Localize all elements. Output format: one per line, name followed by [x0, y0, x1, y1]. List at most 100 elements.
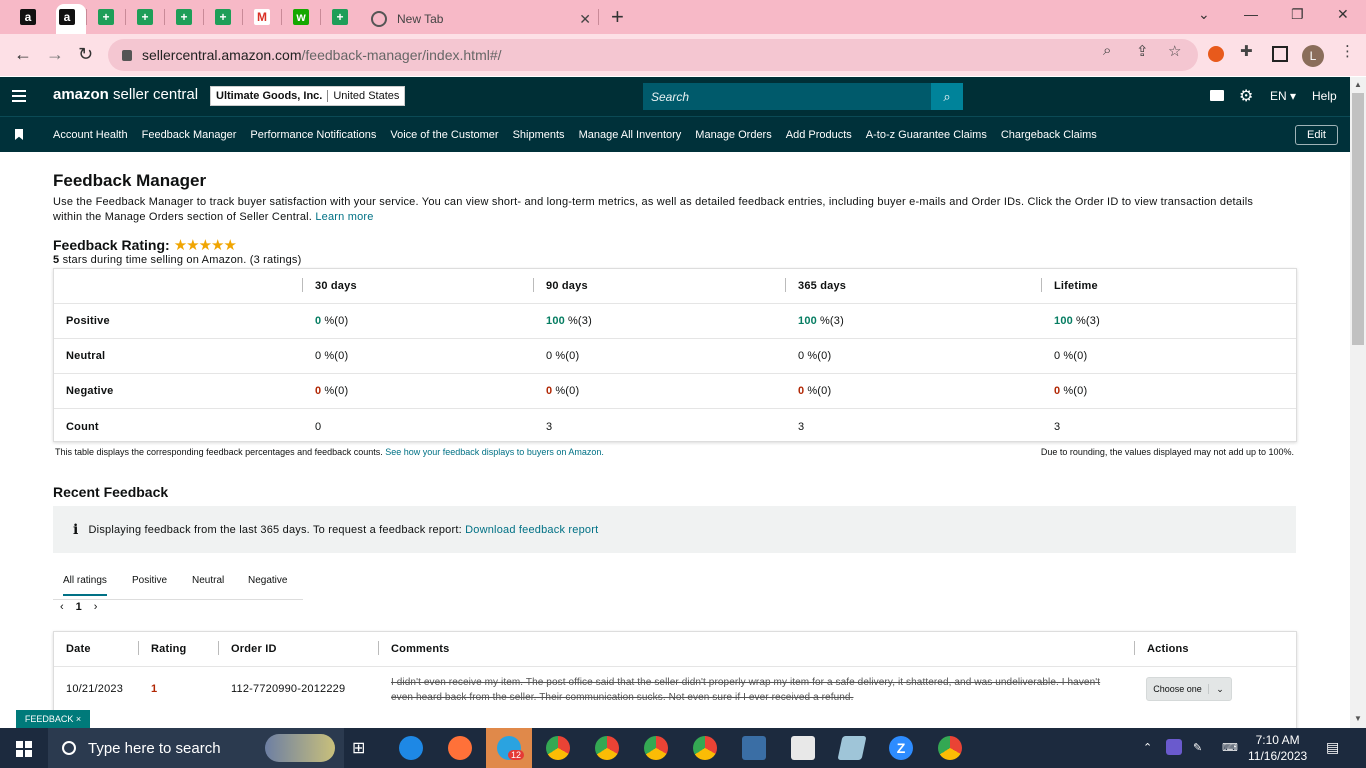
tab-negative[interactable]: Negative [248, 575, 287, 586]
learn-more-link[interactable]: Learn more [315, 211, 373, 223]
tab-sheets-2[interactable]: + [130, 5, 160, 29]
hamburger-menu-icon[interactable] [12, 90, 26, 102]
nav-item-shipments[interactable]: Shipments [513, 129, 565, 141]
notes-app-icon[interactable] [837, 736, 867, 760]
nav-item-manage-orders[interactable]: Manage Orders [695, 129, 771, 141]
close-window-button[interactable]: ✕ [1337, 6, 1349, 23]
prev-page-icon[interactable]: ‹ [60, 601, 64, 613]
nav-item-account-health[interactable]: Account Health [53, 129, 128, 141]
nav-item-chargeback-claims[interactable]: Chargeback Claims [1001, 129, 1097, 141]
metric-count: %(3) [819, 315, 844, 327]
notifications-icon[interactable]: ▤ [1326, 739, 1339, 756]
column-separator [378, 641, 379, 655]
chrome-icon[interactable] [644, 736, 668, 760]
help-link[interactable]: Help [1312, 89, 1337, 103]
tab-sheets-1[interactable]: + [91, 5, 121, 29]
close-tab-icon[interactable]: ✕ [579, 11, 591, 28]
clock-time: 7:10 AM [1255, 733, 1300, 747]
current-page[interactable]: 1 [76, 601, 82, 613]
scroll-down-icon[interactable]: ▼ [1354, 714, 1362, 723]
tab-gmail[interactable]: M [247, 5, 277, 29]
extension-fire-icon[interactable] [1208, 46, 1224, 62]
tab-amazon-1[interactable]: a [13, 5, 43, 29]
tab-upwork[interactable]: w [286, 5, 316, 29]
task-view-icon[interactable]: ⊞ [352, 738, 365, 758]
address-bar[interactable]: sellercentral.amazon.com/feedback-manage… [108, 39, 1198, 71]
next-page-icon[interactable]: › [94, 601, 98, 613]
extensions-puzzle-icon[interactable]: ✚ [1240, 42, 1253, 60]
nav-item-performance-notifications[interactable]: Performance Notifications [250, 129, 376, 141]
edit-nav-button[interactable]: Edit [1295, 125, 1338, 145]
language-selector[interactable]: EN ▾ [1270, 89, 1296, 103]
tab-separator [320, 9, 321, 25]
tab-amazon-2[interactable]: a [52, 5, 82, 29]
pen-icon[interactable]: ✎ [1193, 741, 1202, 754]
chrome-icon[interactable] [546, 736, 570, 760]
forward-button[interactable]: → [46, 44, 64, 65]
feedback-display-link[interactable]: See how your feedback displays to buyers… [385, 447, 604, 457]
metric-count: %(0) [1063, 350, 1088, 362]
taskbar-clock[interactable]: 7:10 AM 11/16/2023 [1248, 732, 1307, 764]
notification-badge: 12 [508, 750, 525, 760]
tab-all-ratings[interactable]: All ratings [63, 575, 107, 596]
nav-item-manage-inventory[interactable]: Manage All Inventory [579, 129, 682, 141]
feedback-badge[interactable]: FEEDBACK × [16, 710, 90, 728]
metric-cell: 0 %(0) [546, 374, 579, 408]
reload-button[interactable]: ↻ [78, 44, 93, 65]
telegram-taskbar-item[interactable]: 12 [486, 728, 532, 768]
keyboard-icon[interactable]: ⌨ [1222, 741, 1238, 754]
search-input[interactable] [643, 83, 931, 110]
zoom-app-icon[interactable]: Z [889, 736, 913, 760]
tab-search-icon[interactable]: ⌄ [1198, 6, 1210, 23]
side-panel-icon[interactable] [1272, 46, 1288, 62]
column-separator [1134, 641, 1135, 655]
new-tab-button[interactable]: + [611, 4, 624, 30]
chrome-icon[interactable] [693, 736, 717, 760]
tab-sheets-5[interactable]: + [325, 5, 355, 29]
chrome-menu-icon[interactable]: ⋮ [1340, 42, 1355, 60]
share-icon[interactable]: ⇪ [1136, 42, 1149, 60]
account-switcher[interactable]: Ultimate Goods, Inc. United States [210, 86, 406, 106]
nav-item-add-products[interactable]: Add Products [786, 129, 852, 141]
tab-sheets-4[interactable]: + [208, 5, 238, 29]
action-select[interactable]: Choose one ⌄ [1146, 677, 1232, 701]
seller-central-logo[interactable]: amazon seller central [53, 86, 198, 103]
rating-summary-text: stars during time selling on Amazon. (3 … [59, 254, 302, 266]
count-cell: 3 [546, 420, 553, 433]
scrollbar-thumb[interactable] [1352, 93, 1364, 345]
search-button[interactable]: ⌕ [931, 83, 963, 110]
firefox-icon[interactable] [448, 736, 472, 760]
bookmark-icon[interactable] [15, 129, 23, 140]
download-report-link[interactable]: Download feedback report [465, 524, 598, 536]
scroll-up-icon[interactable]: ▲ [1354, 80, 1362, 89]
bookmark-star-icon[interactable]: ☆ [1168, 42, 1181, 60]
search-highlight-image[interactable] [265, 734, 335, 762]
tray-app-icon[interactable] [1166, 739, 1182, 755]
chrome-icon[interactable] [595, 736, 619, 760]
tab-sheets-3[interactable]: + [169, 5, 199, 29]
nav-item-a-to-z-claims[interactable]: A-to-z Guarantee Claims [866, 129, 987, 141]
stock-app-icon[interactable] [791, 736, 815, 760]
recent-feedback-table: Date Rating Order ID Comments Actions 10… [53, 631, 1297, 728]
col-actions: Actions [1147, 643, 1189, 655]
chrome-icon[interactable] [938, 736, 962, 760]
nav-item-voice-of-customer[interactable]: Voice of the Customer [390, 129, 498, 141]
back-button[interactable]: ← [14, 44, 32, 65]
tab-neutral[interactable]: Neutral [192, 575, 224, 586]
tray-chevron-up-icon[interactable]: ⌃ [1143, 741, 1152, 754]
calculator-icon[interactable] [742, 736, 766, 760]
order-id-link[interactable]: 112-7720990-2012229 [231, 667, 345, 711]
nav-item-feedback-manager[interactable]: Feedback Manager [142, 129, 237, 141]
mail-icon[interactable] [1210, 90, 1224, 101]
tab-new-tab[interactable]: New Tab ✕ [363, 4, 599, 34]
tab-positive[interactable]: Positive [132, 575, 167, 586]
description-text: Use the Feedback Manager to track buyer … [53, 196, 1254, 223]
settings-gear-icon[interactable]: ⚙ [1239, 86, 1253, 106]
metric-value: 100 [1054, 315, 1073, 327]
windows-start-icon[interactable] [16, 741, 32, 757]
profile-avatar[interactable]: L [1302, 45, 1324, 67]
edge-icon[interactable] [399, 736, 423, 760]
restore-button[interactable]: ❐ [1291, 6, 1304, 23]
minimize-button[interactable]: — [1244, 6, 1258, 22]
zoom-icon[interactable]: ⌕ [1103, 42, 1111, 59]
